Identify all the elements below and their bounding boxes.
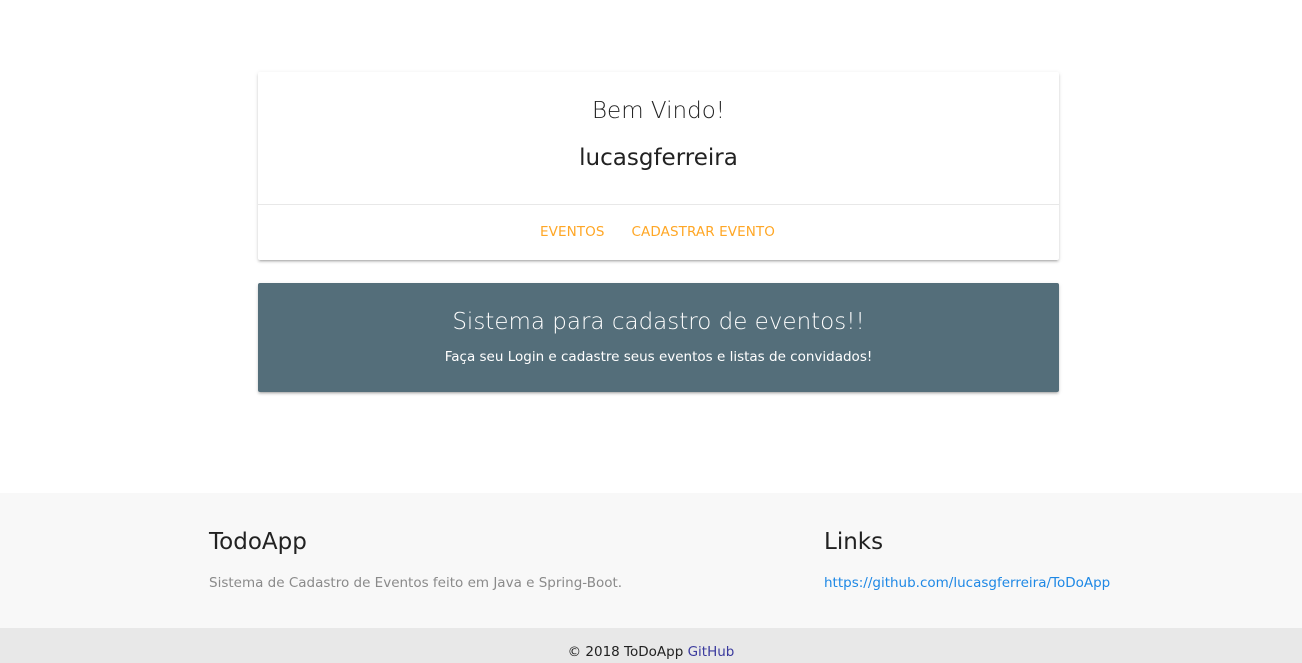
eventos-link[interactable]: EVENTOS (540, 224, 605, 240)
footer-about-heading: TodoApp (209, 529, 307, 555)
copyright-bar: © 2018 ToDoApp GitHub (0, 628, 1302, 663)
footer-about: TodoApp Sistema de Cadastro de Eventos f… (209, 527, 622, 593)
welcome-card-content: Bem Vindo! lucasgferreira (258, 72, 1059, 205)
footer-links: Links https://github.com/lucasgferreira/… (824, 527, 1110, 593)
banner-subtitle: Faça seu Login e cadastre seus eventos e… (444, 349, 873, 365)
page: Bem Vindo! lucasgferreira EVENTOS CADAST… (0, 0, 1302, 663)
footer-about-text: Sistema de Cadastro de Eventos feito em … (209, 575, 623, 591)
cadastrar-evento-link[interactable]: CADASTRAR EVENTO (632, 224, 775, 240)
welcome-card-actions: EVENTOS CADASTRAR EVENTO (258, 205, 1059, 259)
footer: TodoApp Sistema de Cadastro de Eventos f… (0, 493, 1302, 628)
copyright-text: © 2018 ToDoApp (567, 644, 684, 660)
footer-links-heading: Links (824, 529, 884, 555)
welcome-card: Bem Vindo! lucasgferreira EVENTOS CADAST… (258, 72, 1059, 260)
welcome-username: lucasgferreira (579, 145, 738, 171)
banner-title: Sistema para cadastro de eventos!! (452, 309, 865, 335)
github-repo-link[interactable]: https://github.com/lucasgferreira/ToDoAp… (824, 573, 1110, 593)
info-banner: Sistema para cadastro de eventos!! Faça … (258, 283, 1059, 392)
copyright-github-link[interactable]: GitHub (688, 644, 735, 660)
welcome-title: Bem Vindo! (591, 98, 725, 124)
